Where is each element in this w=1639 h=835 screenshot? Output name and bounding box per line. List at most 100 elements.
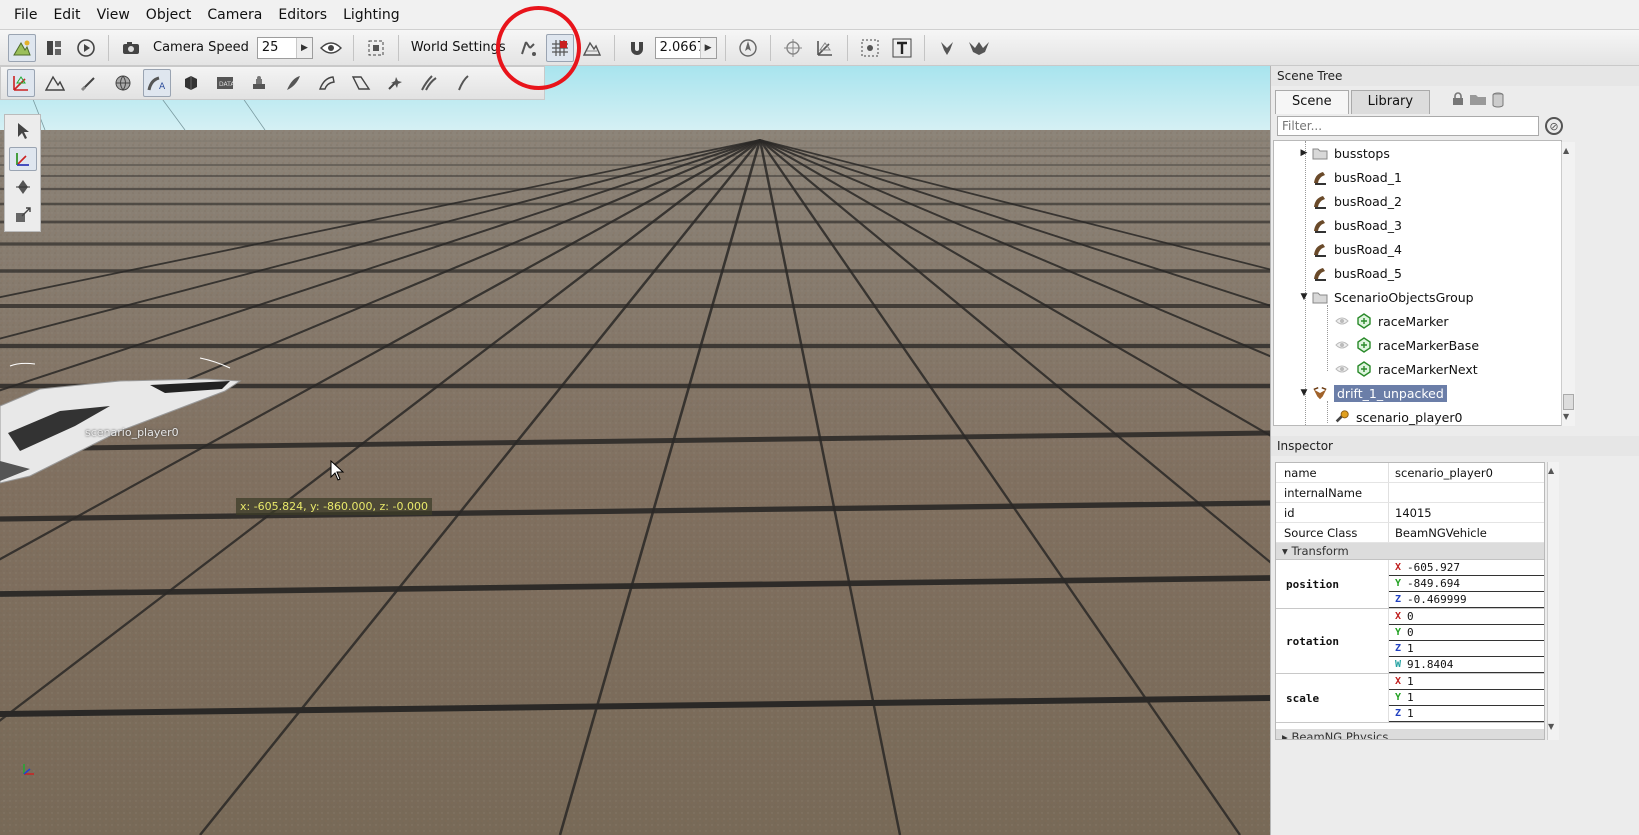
scrollbar-thumb[interactable] <box>1563 394 1574 410</box>
position-x-value[interactable]: -605.927 <box>1407 561 1460 574</box>
snap-value[interactable]: 2.0667 <box>656 40 706 55</box>
expand-arrow-icon[interactable]: ▸ <box>1282 730 1288 739</box>
layout-icon[interactable] <box>40 34 68 62</box>
object-transform-icon[interactable] <box>811 34 839 62</box>
lock-icon[interactable] <box>1451 92 1465 106</box>
play-icon[interactable] <box>72 34 100 62</box>
menu-camera[interactable]: Camera <box>199 0 270 30</box>
menu-object[interactable]: Object <box>138 0 200 30</box>
more-tools-icon[interactable] <box>449 69 477 97</box>
tree-item[interactable]: busRoad_1 <box>1298 166 1402 188</box>
object-editor-icon[interactable] <box>7 69 35 97</box>
tree-item[interactable]: raceMarker <box>1320 310 1449 332</box>
chevron-right-icon[interactable]: ▶ <box>295 37 312 58</box>
tree-item[interactable]: scenario_player0 <box>1320 406 1462 425</box>
compass-icon[interactable] <box>734 34 762 62</box>
tab-scene[interactable]: Scene <box>1275 90 1349 114</box>
menu-lighting[interactable]: Lighting <box>335 0 408 30</box>
scene-tree-scrollbar[interactable]: ▲ ▼ <box>1561 142 1575 426</box>
scale-gizmo-icon[interactable] <box>9 203 37 227</box>
menu-editors[interactable]: Editors <box>270 0 335 30</box>
scale-y-value[interactable]: 1 <box>1407 691 1414 704</box>
snap-value-spinner[interactable]: 2.0667 ▶ <box>654 36 717 59</box>
text-icon[interactable] <box>888 34 916 62</box>
field-value[interactable]: scenario_player0 <box>1389 463 1499 482</box>
terrain-editor-icon[interactable] <box>41 69 69 97</box>
world-editor-icon[interactable] <box>8 33 36 62</box>
move-gizmo-icon[interactable] <box>8 147 37 171</box>
rotation-x-value[interactable]: 0 <box>1407 610 1414 623</box>
particle-editor-icon[interactable] <box>381 69 409 97</box>
position-z-value[interactable]: -0.469999 <box>1407 593 1467 606</box>
tree-item[interactable]: raceMarkerBase <box>1320 334 1479 356</box>
toolbar-separator <box>108 34 109 61</box>
chevron-up-icon[interactable]: ▲ <box>1548 466 1558 475</box>
mesh-road-icon[interactable] <box>313 69 341 97</box>
3d-viewport[interactable]: scenario_player0 x: -605.824, y: -860.00… <box>0 66 1270 835</box>
object-center-icon[interactable] <box>779 34 807 62</box>
forest-editor-icon[interactable] <box>279 69 307 97</box>
menu-file[interactable]: File <box>6 0 45 30</box>
clear-filter-icon[interactable]: ⊘ <box>1545 117 1563 135</box>
chevron-down-icon[interactable]: ▼ <box>1548 722 1558 731</box>
tree-item[interactable]: ▼ drift_1_unpacked <box>1298 382 1447 404</box>
navmesh-editor-icon[interactable] <box>415 69 443 97</box>
scale-z-value[interactable]: 1 <box>1407 707 1414 720</box>
scale-x-value[interactable]: 1 <box>1407 675 1414 688</box>
tree-item[interactable]: ▶ busstops <box>1298 142 1390 164</box>
magnet-icon[interactable] <box>623 34 651 62</box>
drop-object-icon[interactable] <box>933 34 961 62</box>
camera-speed-value[interactable]: 25 <box>258 40 296 55</box>
position-y-value[interactable]: -849.694 <box>1407 577 1460 590</box>
decal-editor-icon[interactable] <box>245 69 273 97</box>
fit-view-icon[interactable] <box>362 34 390 62</box>
chevron-down-icon[interactable]: ▼ <box>1563 412 1573 421</box>
rotation-z-value[interactable]: 1 <box>1407 642 1414 655</box>
shape-editor-icon[interactable] <box>177 69 205 97</box>
tree-item[interactable]: ▼ ScenarioObjectsGroup <box>1298 286 1474 308</box>
grid-snap-icon[interactable] <box>545 33 574 62</box>
collapse-arrow-icon[interactable]: ▼ <box>1298 292 1310 302</box>
visibility-eye-icon[interactable] <box>1334 361 1350 377</box>
scene-filter-input[interactable] <box>1277 116 1539 136</box>
collapse-arrow-icon[interactable]: ▾ <box>1282 544 1288 558</box>
select-box-icon[interactable] <box>856 34 884 62</box>
river-editor-icon[interactable] <box>347 69 375 97</box>
database-icon[interactable] <box>1491 92 1505 108</box>
rotation-y-value[interactable]: 0 <box>1407 626 1414 639</box>
eye-icon[interactable] <box>317 34 345 62</box>
tree-item[interactable]: busRoad_2 <box>1298 190 1402 212</box>
tab-library[interactable]: Library <box>1350 90 1431 114</box>
collapse-arrow-icon[interactable]: ▼ <box>1298 388 1310 398</box>
camera-icon[interactable] <box>117 34 145 62</box>
terrain-snap-icon[interactable] <box>578 34 606 62</box>
menu-view[interactable]: View <box>89 0 138 30</box>
rotate-gizmo-icon[interactable] <box>9 175 37 199</box>
tree-item[interactable]: busRoad_3 <box>1298 214 1402 236</box>
select-arrow-icon[interactable] <box>9 119 37 143</box>
transform-section-header[interactable]: ▾ Transform <box>1276 543 1544 560</box>
terrain-painter-icon[interactable] <box>75 69 103 97</box>
datablock-editor-icon[interactable]: DATA <box>211 69 239 97</box>
visibility-eye-icon[interactable] <box>1334 313 1350 329</box>
camera-speed-spinner[interactable]: 25 ▶ <box>256 36 313 59</box>
expand-arrow-icon[interactable]: ▶ <box>1298 148 1310 158</box>
inspector-scrollbar[interactable]: ▲ ▼ <box>1547 462 1559 740</box>
chevron-up-icon[interactable]: ▲ <box>1563 146 1573 155</box>
world-settings-label[interactable]: World Settings <box>407 40 510 55</box>
material-editor-icon[interactable] <box>109 69 137 97</box>
physics-section-header[interactable]: ▸ BeamNG Physics <box>1276 729 1544 739</box>
field-value[interactable] <box>1389 483 1401 502</box>
tree-item[interactable]: raceMarkerNext <box>1320 358 1478 380</box>
snap-settings-icon[interactable] <box>514 34 542 62</box>
tree-item[interactable]: busRoad_5 <box>1298 262 1402 284</box>
chevron-right-icon[interactable]: ▶ <box>699 37 716 58</box>
folder-icon[interactable] <box>1469 92 1487 106</box>
road-editor-icon[interactable]: A <box>143 69 171 97</box>
visibility-eye-icon[interactable] <box>1334 337 1350 353</box>
menu-edit[interactable]: Edit <box>45 0 88 30</box>
rotation-w-value[interactable]: 91.8404 <box>1407 658 1453 671</box>
drop-at-camera-icon[interactable] <box>965 34 993 62</box>
tree-item-label: raceMarkerNext <box>1378 361 1478 377</box>
tree-item[interactable]: busRoad_4 <box>1298 238 1402 260</box>
